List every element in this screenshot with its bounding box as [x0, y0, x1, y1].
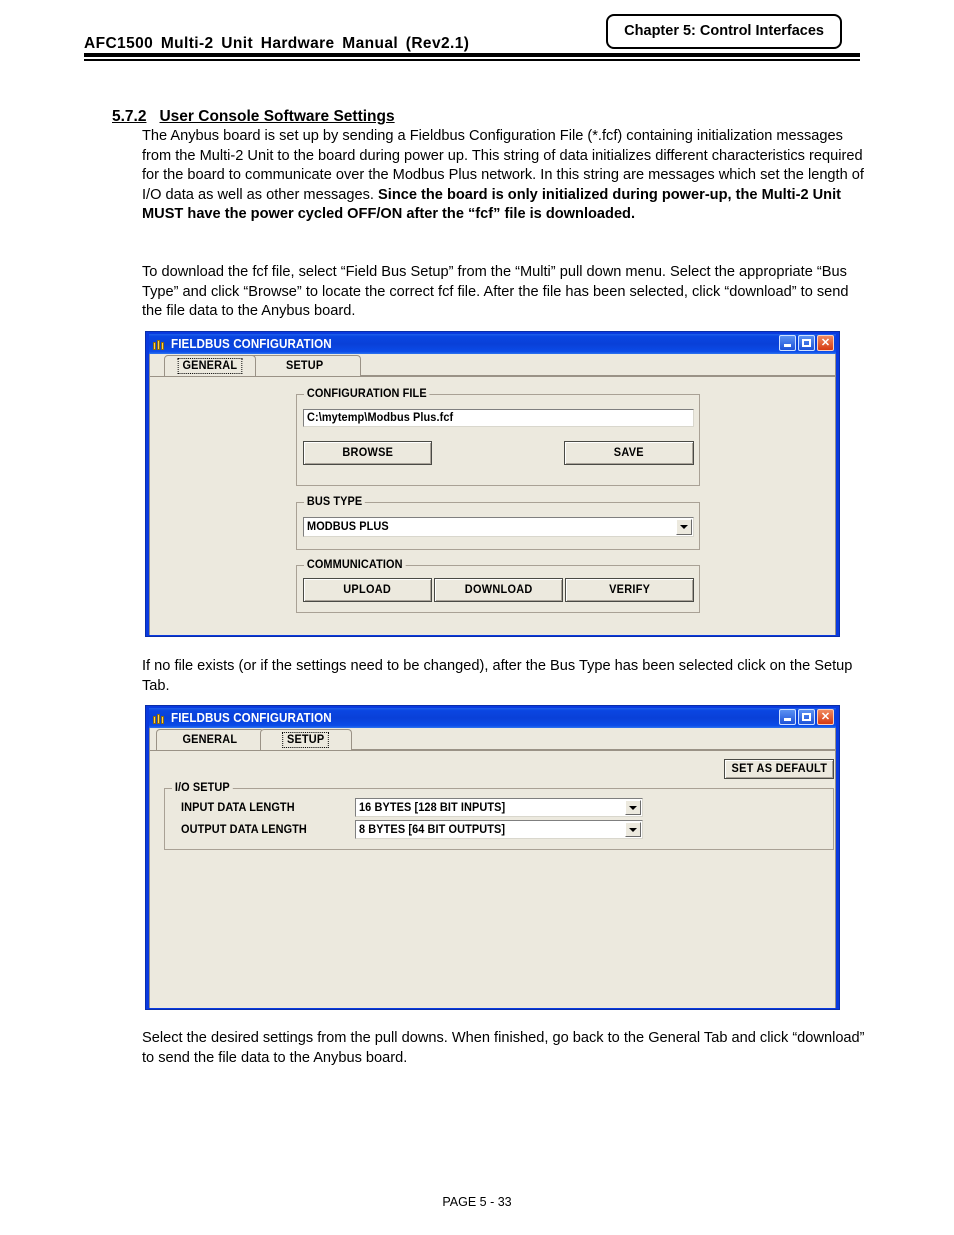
chevron-down-icon[interactable] — [676, 519, 692, 535]
configuration-file-legend: CONFIGURATION FILE — [304, 388, 430, 400]
tab-general[interactable]: GENERAL — [164, 355, 256, 376]
tab-general[interactable]: GENERAL — [156, 729, 264, 750]
bus-type-selected-value: MODBUS PLUS — [307, 521, 389, 533]
fieldbus-app-icon — [153, 712, 166, 724]
download-button[interactable]: DOWNLOAD — [434, 578, 563, 602]
fieldbus-app-icon — [153, 338, 166, 350]
set-as-default-button[interactable]: SET AS DEFAULT — [724, 759, 834, 779]
close-button[interactable]: ✕ — [817, 709, 834, 725]
tab-page-general: CONFIGURATION FILE C:\mytemp\Modbus Plus… — [150, 376, 835, 635]
window-client-area: GENERAL SETUP SET AS DEFAULT I/O SETUP I… — [149, 728, 836, 1008]
bus-type-legend: BUS TYPE — [304, 496, 366, 508]
tab-strip[interactable]: GENERAL SETUP — [150, 728, 835, 750]
tab-general-label: GENERAL — [182, 734, 238, 746]
input-data-length-dropdown[interactable]: 16 BYTES [128 BIT INPUTS] — [355, 798, 643, 817]
configuration-file-path-input[interactable]: C:\mytemp\Modbus Plus.fcf — [303, 409, 694, 427]
communication-legend: COMMUNICATION — [304, 559, 406, 571]
tab-setup[interactable]: SETUP — [248, 355, 361, 376]
io-setup-group: I/O SETUP INPUT DATA LENGTH 16 BYTES [12… — [164, 782, 834, 850]
configuration-file-group: CONFIGURATION FILE C:\mytemp\Modbus Plus… — [296, 388, 700, 486]
window-title: FIELDBUS CONFIGURATION — [171, 337, 332, 351]
tab-general-label: GENERAL — [177, 358, 243, 374]
bus-type-group: BUS TYPE MODBUS PLUS — [296, 496, 700, 550]
tab-strip[interactable]: GENERAL SETUP — [150, 354, 835, 376]
minimize-button[interactable] — [779, 335, 796, 351]
input-data-length-value: 16 BYTES [128 BIT INPUTS] — [359, 801, 506, 814]
window-title: FIELDBUS CONFIGURATION — [171, 711, 332, 725]
header-rule-thick — [84, 53, 860, 57]
paragraph-no-file: If no file exists (or if the settings ne… — [142, 658, 853, 694]
save-button-label: SAVE — [613, 447, 645, 459]
fieldbus-configuration-window-general[interactable]: FIELDBUS CONFIGURATION ✕ GENERAL SETUP C… — [145, 331, 840, 637]
output-data-length-label: OUTPUT DATA LENGTH — [181, 824, 307, 836]
browse-button-label: BROWSE — [342, 447, 393, 459]
tab-setup[interactable]: SETUP — [260, 729, 352, 750]
chevron-down-icon[interactable] — [625, 822, 641, 837]
section-number: 5.7.2 — [112, 108, 147, 125]
fieldbus-configuration-window-setup[interactable]: FIELDBUS CONFIGURATION ✕ GENERAL SETUP S… — [145, 705, 840, 1010]
output-data-length-value: 8 BYTES [64 BIT OUTPUTS] — [359, 823, 506, 836]
chevron-down-icon[interactable] — [625, 800, 641, 815]
window-client-area: GENERAL SETUP CONFIGURATION FILE C:\myte… — [149, 354, 836, 635]
set-as-default-label: SET AS DEFAULT — [731, 763, 827, 775]
bus-type-dropdown[interactable]: MODBUS PLUS — [303, 517, 694, 537]
configuration-file-path-value: C:\mytemp\Modbus Plus.fcf — [307, 412, 454, 424]
browse-button[interactable]: BROWSE — [303, 441, 432, 465]
section-title: User Console Software Settings — [159, 108, 395, 125]
minimize-button[interactable] — [779, 709, 796, 725]
input-data-length-label: INPUT DATA LENGTH — [181, 802, 295, 814]
page-footer: PAGE 5 - 33 — [442, 1195, 512, 1209]
window-controls[interactable]: ✕ — [779, 709, 834, 725]
download-button-label: DOWNLOAD — [464, 584, 533, 596]
output-data-length-dropdown[interactable]: 8 BYTES [64 BIT OUTPUTS] — [355, 820, 643, 839]
verify-button-label: VERIFY — [608, 584, 651, 596]
paragraph-download: To download the fcf file, select “Field … — [142, 264, 849, 320]
io-setup-legend: I/O SETUP — [172, 782, 233, 794]
tab-setup-label: SETUP — [282, 732, 330, 748]
tab-page-setup: SET AS DEFAULT I/O SETUP INPUT DATA LENG… — [150, 750, 835, 1008]
save-button[interactable]: SAVE — [564, 441, 694, 465]
maximize-button[interactable] — [798, 335, 815, 351]
document-title: AFC1500 Multi-2 Unit Hardware Manual (Re… — [84, 35, 470, 52]
title-bar[interactable]: FIELDBUS CONFIGURATION ✕ — [149, 334, 836, 354]
verify-button[interactable]: VERIFY — [565, 578, 694, 602]
communication-group: COMMUNICATION UPLOAD DOWNLOAD VERIFY — [296, 559, 700, 613]
maximize-button[interactable] — [798, 709, 815, 725]
upload-button[interactable]: UPLOAD — [303, 578, 432, 602]
close-button[interactable]: ✕ — [817, 335, 834, 351]
tab-setup-label: SETUP — [285, 360, 324, 372]
section-heading: 5.7.2 User Console Software Settings — [112, 108, 395, 126]
upload-button-label: UPLOAD — [343, 584, 392, 596]
page-header: AFC1500 Multi-2 Unit Hardware Manual (Re… — [84, 14, 860, 58]
chapter-badge: Chapter 5: Control Interfaces — [606, 14, 842, 49]
title-bar[interactable]: FIELDBUS CONFIGURATION ✕ — [149, 708, 836, 728]
header-rule-thin — [84, 59, 860, 61]
paragraph-final: Select the desired settings from the pul… — [142, 1030, 865, 1066]
paragraph-intro: The Anybus board is set up by sending a … — [142, 127, 872, 225]
window-controls[interactable]: ✕ — [779, 335, 834, 351]
